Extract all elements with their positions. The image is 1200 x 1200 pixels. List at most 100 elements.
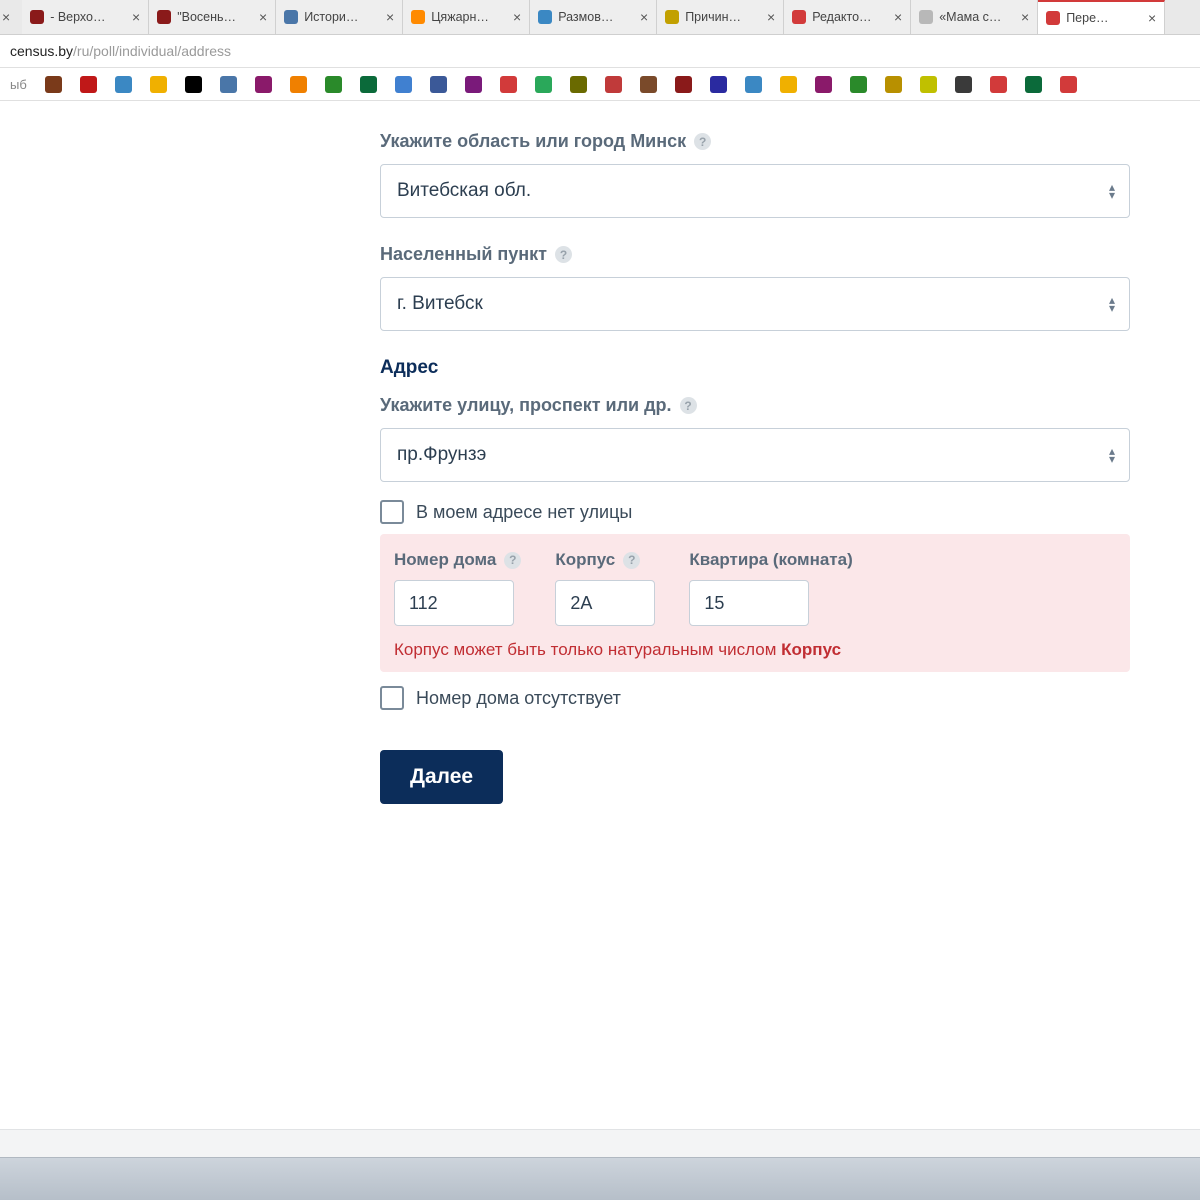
help-icon[interactable]: ? [504, 552, 521, 569]
bookmark-icon[interactable] [465, 76, 482, 93]
bookmark-icon[interactable] [185, 76, 202, 93]
tab-favicon-icon [284, 10, 298, 24]
street-select[interactable]: пр.Фрунзэ ▴▾ [380, 428, 1130, 482]
tab-close-icon[interactable]: × [767, 10, 775, 24]
close-icon[interactable]: × [2, 9, 10, 25]
no-street-row: В моем адресе нет улицы [380, 500, 1130, 524]
bookmark-icon[interactable] [500, 76, 517, 93]
form-card: Укажите область или город Минск ? Витебс… [380, 101, 1130, 844]
field-flat-label-text: Квартира (комната) [689, 550, 852, 570]
bookmark-icon[interactable] [360, 76, 377, 93]
error-message-text: Корпус может быть только натуральным чис… [394, 640, 776, 659]
help-icon[interactable]: ? [623, 552, 640, 569]
tab-label: Цяжарн… [431, 10, 489, 24]
street-select-value: пр.Фрунзэ [397, 444, 486, 466]
browser-tab[interactable]: Редакто…× [784, 0, 911, 34]
help-icon[interactable]: ? [694, 133, 711, 150]
stepper-icon: ▴▾ [1109, 447, 1115, 463]
bookmark-icon[interactable] [220, 76, 237, 93]
tab-label: Истори… [304, 10, 358, 24]
browser-tab[interactable]: Пере…× [1038, 0, 1165, 34]
browser-tab[interactable]: "Восень…× [149, 0, 276, 34]
browser-tab[interactable]: Цяжарн… × [403, 0, 530, 34]
help-icon[interactable]: ? [555, 246, 572, 263]
bookmark-icon[interactable] [955, 76, 972, 93]
bookmark-icon[interactable] [325, 76, 342, 93]
no-house-row: Номер дома отсутствует [380, 686, 1130, 710]
tab-close-icon[interactable]: × [1021, 10, 1029, 24]
bookmark-icon[interactable] [850, 76, 867, 93]
browser-tab[interactable]: - Верхо… × [22, 0, 149, 34]
no-house-checkbox[interactable] [380, 686, 404, 710]
corpus-input[interactable] [555, 580, 655, 626]
bookmark-icon[interactable] [115, 76, 132, 93]
browser-tab[interactable]: Размов…× [530, 0, 657, 34]
help-icon[interactable]: ? [680, 397, 697, 414]
bookmark-icon[interactable] [745, 76, 762, 93]
tab-favicon-icon [665, 10, 679, 24]
bookmark-icon[interactable] [640, 76, 657, 93]
next-row: Далее [380, 750, 1130, 804]
bookmark-icon[interactable] [1025, 76, 1042, 93]
tab-close-icon[interactable]: × [640, 10, 648, 24]
tab-favicon-icon [411, 10, 425, 24]
bookmark-icon[interactable] [675, 76, 692, 93]
bookmark-icon[interactable] [780, 76, 797, 93]
bookmark-icon[interactable] [570, 76, 587, 93]
error-message-field: Корпус [781, 640, 841, 659]
browser-urlbar[interactable]: census.by/ru/poll/individual/address [0, 35, 1200, 68]
locality-select[interactable]: г. Витебск ▴▾ [380, 277, 1130, 331]
bookmark-icon[interactable] [395, 76, 412, 93]
bookmark-icon[interactable] [885, 76, 902, 93]
house-input[interactable] [394, 580, 514, 626]
url-path: /ru/poll/individual/address [73, 43, 231, 59]
region-select-value: Витебская обл. [397, 180, 531, 202]
bookmark-icon[interactable] [430, 76, 447, 93]
bookmark-icon[interactable] [990, 76, 1007, 93]
region-select[interactable]: Витебская обл. ▴▾ [380, 164, 1130, 218]
bookmark-icon[interactable] [45, 76, 62, 93]
field-region-label-text: Укажите область или город Минск [380, 131, 686, 152]
field-house: Номер дома ? [394, 550, 521, 626]
bookmark-icon[interactable] [535, 76, 552, 93]
flat-input[interactable] [689, 580, 809, 626]
tab-close-icon[interactable]: × [259, 10, 267, 24]
tab-close-icon[interactable]: × [513, 10, 521, 24]
address-numbers-error-panel: Номер дома ? Корпус ? [380, 534, 1130, 672]
bookmark-icon[interactable] [255, 76, 272, 93]
tab-close-icon[interactable]: × [132, 10, 140, 24]
bookmark-icon[interactable] [815, 76, 832, 93]
browser-tab[interactable]: «Мама с… × [911, 0, 1038, 34]
bookmark-icon[interactable] [605, 76, 622, 93]
bookmark-icon[interactable] [150, 76, 167, 93]
browser-bookmarks-bar: ыб [0, 68, 1200, 101]
tab-label: Причин… [685, 10, 741, 24]
bookmark-icon[interactable] [1060, 76, 1077, 93]
tab-favicon-icon [1046, 11, 1060, 25]
bookmark-icon[interactable] [920, 76, 937, 93]
field-region-label: Укажите область или город Минск ? [380, 131, 1130, 152]
tab-close-icon[interactable]: × [1148, 11, 1156, 25]
tabstrip-leading: × [0, 0, 22, 34]
field-corpus: Корпус ? [555, 550, 655, 626]
tab-label: «Мама с… [939, 10, 1001, 24]
bookmark-icon[interactable] [710, 76, 727, 93]
tab-label: - Верхо… [50, 10, 105, 24]
field-corpus-label-text: Корпус [555, 550, 615, 570]
field-locality: Населенный пункт ? г. Витебск ▴▾ [380, 244, 1130, 331]
field-region: Укажите область или город Минск ? Витебс… [380, 131, 1130, 218]
error-message: Корпус может быть только натуральным чис… [394, 640, 1116, 660]
no-street-checkbox[interactable] [380, 500, 404, 524]
browser-tab[interactable]: Истори… × [276, 0, 403, 34]
field-street-label-text: Укажите улицу, проспект или др. [380, 395, 672, 416]
bookmark-icon[interactable] [290, 76, 307, 93]
field-house-label: Номер дома ? [394, 550, 521, 570]
bookmark-icon[interactable] [80, 76, 97, 93]
tab-close-icon[interactable]: × [386, 10, 394, 24]
bookmarks-overflow-text: ыб [10, 77, 27, 92]
locality-select-value: г. Витебск [397, 293, 483, 315]
next-button[interactable]: Далее [380, 750, 503, 804]
browser-tab[interactable]: Причин… × [657, 0, 784, 34]
tab-close-icon[interactable]: × [894, 10, 902, 24]
no-street-label: В моем адресе нет улицы [416, 502, 632, 523]
